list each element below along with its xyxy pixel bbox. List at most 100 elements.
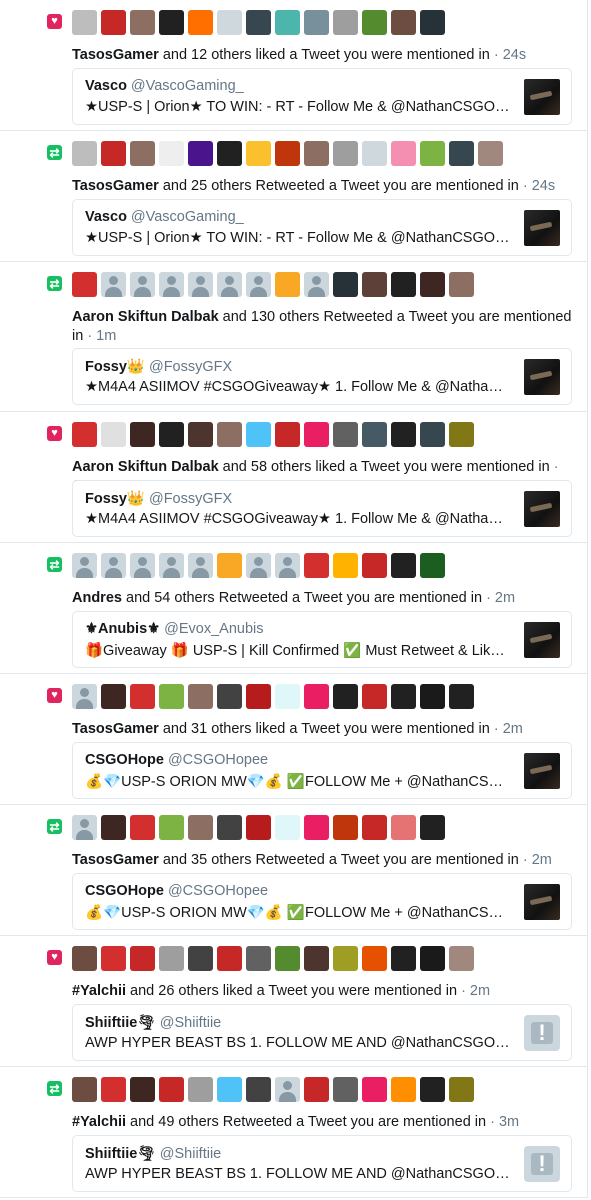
avatar[interactable] bbox=[159, 815, 184, 840]
avatar[interactable] bbox=[101, 1077, 126, 1102]
avatar[interactable] bbox=[391, 141, 416, 166]
notification-item[interactable]: ♥ #Yalchii and 26 others liked a Tweet yo… bbox=[0, 936, 587, 1067]
avatar[interactable] bbox=[449, 1077, 474, 1102]
actor-name[interactable]: #Yalchii bbox=[72, 983, 126, 999]
avatar[interactable] bbox=[420, 946, 445, 971]
avatar[interactable] bbox=[188, 946, 213, 971]
actor-name[interactable]: Andres bbox=[72, 590, 122, 606]
author-name[interactable]: Fossy👑 bbox=[85, 359, 145, 375]
avatar[interactable] bbox=[449, 272, 474, 297]
quoted-tweet-card[interactable]: ⚜Anubis⚜ @Evox_Anubis 🎁Giveaway 🎁 USP-S | … bbox=[72, 611, 572, 668]
avatar[interactable] bbox=[420, 422, 445, 447]
quoted-tweet-card[interactable]: CSGOHope @CSGOHopee 💰💎USP-S ORION MW💎💰 ✅FO… bbox=[72, 873, 572, 930]
avatar[interactable] bbox=[217, 10, 242, 35]
notification-item[interactable]: ⇄ Aaron Skiftun Dalbak and 130 others Ret… bbox=[0, 262, 587, 412]
author-name[interactable]: CSGOHope bbox=[85, 883, 164, 899]
avatar[interactable] bbox=[449, 684, 474, 709]
avatar[interactable] bbox=[130, 553, 155, 578]
media-thumbnail[interactable] bbox=[524, 491, 560, 527]
avatar[interactable] bbox=[159, 684, 184, 709]
actor-name[interactable]: TasosGamer bbox=[72, 852, 159, 868]
avatar[interactable] bbox=[188, 553, 213, 578]
avatar[interactable] bbox=[188, 10, 213, 35]
avatar[interactable] bbox=[362, 10, 387, 35]
author-name[interactable]: Vasco bbox=[85, 78, 127, 94]
avatar[interactable] bbox=[333, 422, 358, 447]
avatar[interactable] bbox=[246, 553, 271, 578]
avatar[interactable] bbox=[304, 422, 329, 447]
avatar[interactable] bbox=[101, 141, 126, 166]
avatar[interactable] bbox=[159, 1077, 184, 1102]
avatar[interactable] bbox=[391, 684, 416, 709]
avatar[interactable] bbox=[217, 946, 242, 971]
avatar[interactable] bbox=[420, 272, 445, 297]
media-thumbnail[interactable] bbox=[524, 210, 560, 246]
avatar[interactable] bbox=[159, 141, 184, 166]
avatar[interactable] bbox=[391, 1077, 416, 1102]
avatar[interactable] bbox=[449, 422, 474, 447]
avatar[interactable] bbox=[420, 1077, 445, 1102]
avatar[interactable] bbox=[130, 272, 155, 297]
avatar[interactable] bbox=[72, 1077, 97, 1102]
avatar[interactable] bbox=[333, 272, 358, 297]
avatar[interactable] bbox=[101, 553, 126, 578]
avatar[interactable] bbox=[72, 10, 97, 35]
avatar[interactable] bbox=[275, 1077, 300, 1102]
avatar[interactable] bbox=[333, 553, 358, 578]
actor-name[interactable]: #Yalchii bbox=[72, 1114, 126, 1130]
avatar[interactable] bbox=[188, 272, 213, 297]
avatar[interactable] bbox=[101, 946, 126, 971]
avatar[interactable] bbox=[101, 684, 126, 709]
avatar[interactable] bbox=[333, 1077, 358, 1102]
avatar[interactable] bbox=[246, 946, 271, 971]
avatar[interactable] bbox=[101, 272, 126, 297]
actor-name[interactable]: TasosGamer bbox=[72, 47, 159, 63]
avatar[interactable] bbox=[391, 422, 416, 447]
avatar[interactable] bbox=[159, 422, 184, 447]
avatar[interactable] bbox=[246, 815, 271, 840]
avatar[interactable] bbox=[72, 553, 97, 578]
quoted-tweet-card[interactable]: CSGOHope @CSGOHopee 💰💎USP-S ORION MW💎💰 ✅FO… bbox=[72, 742, 572, 799]
avatar[interactable] bbox=[362, 815, 387, 840]
quoted-tweet-card[interactable]: Fossy👑 @FossyGFX ★M4A4 ASIIMOV #CSGOGiveaw… bbox=[72, 348, 572, 405]
avatar[interactable] bbox=[130, 422, 155, 447]
avatar[interactable] bbox=[275, 553, 300, 578]
notification-item[interactable]: ⇄ TasosGamer and 25 others Retweeted a Tw… bbox=[0, 131, 587, 262]
avatar[interactable] bbox=[72, 272, 97, 297]
avatar[interactable] bbox=[72, 946, 97, 971]
avatar[interactable] bbox=[362, 272, 387, 297]
avatar[interactable] bbox=[188, 422, 213, 447]
avatar[interactable] bbox=[362, 946, 387, 971]
avatar[interactable] bbox=[304, 10, 329, 35]
avatar[interactable] bbox=[333, 684, 358, 709]
author-name[interactable]: Vasco bbox=[85, 209, 127, 225]
avatar[interactable] bbox=[304, 946, 329, 971]
media-thumbnail[interactable] bbox=[524, 884, 560, 920]
avatar[interactable] bbox=[391, 946, 416, 971]
avatar[interactable] bbox=[217, 422, 242, 447]
avatar[interactable] bbox=[72, 815, 97, 840]
avatar[interactable] bbox=[101, 815, 126, 840]
avatar[interactable] bbox=[246, 141, 271, 166]
avatar[interactable] bbox=[130, 815, 155, 840]
avatar[interactable] bbox=[275, 815, 300, 840]
avatar[interactable] bbox=[130, 946, 155, 971]
avatar[interactable] bbox=[159, 553, 184, 578]
author-name[interactable]: Shiiftiie🌪 bbox=[85, 1146, 156, 1162]
avatar[interactable] bbox=[159, 946, 184, 971]
avatar[interactable] bbox=[275, 684, 300, 709]
avatar[interactable] bbox=[217, 141, 242, 166]
actor-name[interactable]: TasosGamer bbox=[72, 721, 159, 737]
notification-item[interactable]: ⇄ #Yalchii and 49 others Retweeted a Twee… bbox=[0, 1067, 587, 1198]
quoted-tweet-card[interactable]: Shiiftiie🌪 @Shiiftiie AWP HYPER BEAST BS 1… bbox=[72, 1004, 572, 1061]
avatar[interactable] bbox=[130, 684, 155, 709]
avatar[interactable] bbox=[130, 141, 155, 166]
avatar[interactable] bbox=[304, 272, 329, 297]
media-thumbnail[interactable] bbox=[524, 753, 560, 789]
avatar[interactable] bbox=[275, 10, 300, 35]
avatar[interactable] bbox=[420, 10, 445, 35]
notification-item[interactable]: ♥ TasosGamer and 31 others liked a Tweet … bbox=[0, 674, 587, 805]
avatar[interactable] bbox=[478, 141, 503, 166]
avatar[interactable] bbox=[72, 684, 97, 709]
avatar[interactable] bbox=[449, 141, 474, 166]
